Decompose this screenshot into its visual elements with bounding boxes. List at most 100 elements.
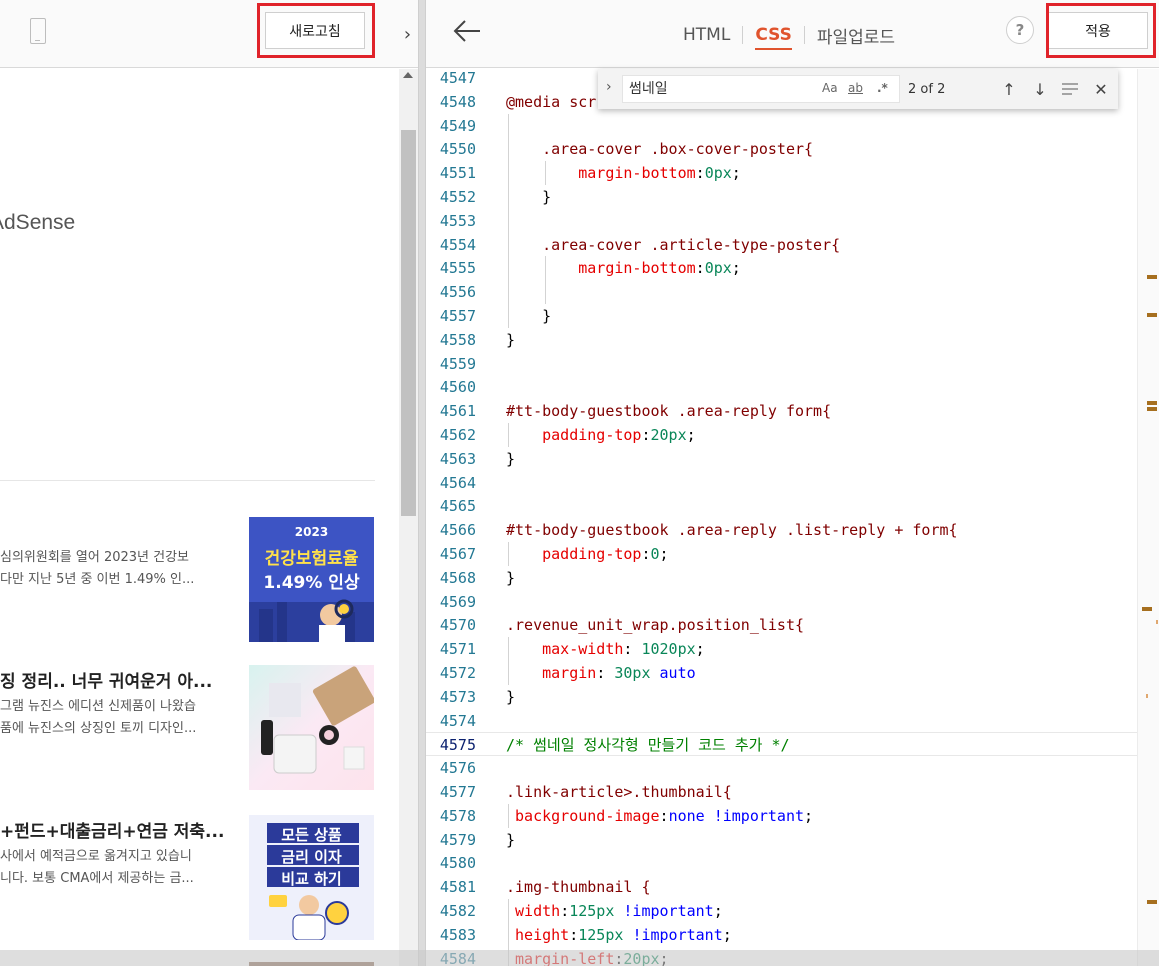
line-number: 4555 — [439, 259, 476, 278]
code-line[interactable]: 4571 max-width: 1020px; — [426, 637, 1138, 661]
code-line[interactable]: 4573} — [426, 685, 1138, 709]
code-line[interactable]: 4575 /* 썸네일 정사각형 만들기 코드 추가 */ — [426, 732, 1138, 757]
mobile-device-icon[interactable] — [30, 18, 46, 44]
post-thumbnail[interactable]: 2023 건강보험료율 1.49% 인상 — [249, 517, 374, 642]
code-line[interactable]: 4560 — [426, 375, 1138, 399]
code-line[interactable]: 4562 padding-top:20px; — [426, 423, 1138, 447]
post-excerpt-line: 사에서 예적금으로 옮겨지고 있습니 — [0, 849, 192, 864]
indent-guide — [508, 637, 509, 685]
product-photo — [249, 665, 374, 790]
next-match-arrow-down-icon[interactable]: ↓ — [1029, 78, 1051, 100]
line-number: 4552 — [439, 188, 476, 206]
code-line[interactable]: 4552 } — [426, 185, 1138, 209]
thumb-line: 비교 하기 — [281, 870, 342, 888]
bottom-shade — [0, 950, 1159, 966]
code-line[interactable]: 4583 height:125px !important; — [426, 923, 1138, 947]
code-text: #tt-body-guestbook .area-reply form{ — [506, 402, 832, 421]
pane-splitter[interactable] — [418, 0, 426, 966]
line-number: 4563 — [439, 449, 476, 468]
line-number: 4562 — [439, 426, 476, 444]
code-line[interactable]: 4557 } — [426, 304, 1138, 328]
code-line[interactable]: 4558} — [426, 328, 1138, 352]
search-match-marker — [1147, 407, 1157, 411]
editor-overview-ruler[interactable] — [1137, 69, 1159, 966]
code-text: padding-top:0; — [542, 545, 669, 563]
code-line[interactable]: 4580 — [426, 851, 1138, 875]
code-line[interactable]: 4563} — [426, 447, 1138, 471]
code-line[interactable]: 4554 .area-cover .article-type-poster{ — [426, 233, 1138, 257]
post-thumbnail[interactable] — [249, 665, 374, 790]
tab-css[interactable]: CSS — [755, 25, 792, 50]
code-line[interactable]: 4582 width:125px !important; — [426, 899, 1138, 923]
tab-separator — [742, 26, 744, 44]
use-regex-icon[interactable]: .* — [877, 81, 888, 95]
code-line[interactable]: 4574 — [426, 709, 1138, 733]
code-line[interactable]: 4555 margin-bottom:0px; — [426, 256, 1138, 280]
code-line[interactable]: 4576 — [426, 756, 1138, 780]
line-number: 4556 — [439, 283, 476, 302]
apply-button[interactable]: 적용 — [1048, 12, 1148, 49]
code-line[interactable]: 4569 — [426, 590, 1138, 614]
code-line[interactable]: 4565 — [426, 494, 1138, 518]
code-line[interactable]: 4551 margin-bottom:0px; — [426, 161, 1138, 185]
line-number: 4582 — [439, 902, 476, 920]
preview-toolbar: 새로고침 › — [0, 0, 418, 68]
preview-pane: 새로고침 › AdSense 심의위원회를 열어 2023년 건강보 다만 지난… — [0, 0, 418, 966]
code-line[interactable]: 4577 .link-article>.thumbnail{ — [426, 780, 1138, 804]
code-text: } — [506, 687, 516, 706]
thumb-subline: 1.49% 인상 — [263, 573, 360, 593]
find-in-selection-icon[interactable] — [1059, 78, 1081, 100]
code-line[interactable]: 4564 — [426, 471, 1138, 495]
collapse-preview-chevron-icon[interactable]: › — [397, 0, 418, 68]
code-line[interactable]: 4550 .area-cover .box-cover-poster{ — [426, 137, 1138, 161]
code-text: } — [506, 330, 516, 349]
code-text: @media scr — [506, 92, 597, 111]
code-line[interactable]: 4570 .revenue_unit_wrap.position_list{ — [426, 613, 1138, 637]
line-number: 4564 — [439, 473, 476, 492]
line-number: 4553 — [439, 211, 476, 230]
code-text: } — [506, 568, 516, 587]
preview-scrollbar-thumb[interactable] — [401, 130, 416, 516]
line-number: 4557 — [439, 307, 476, 325]
close-find-icon[interactable]: ✕ — [1090, 78, 1112, 100]
line-number: 4568 — [439, 568, 476, 587]
toggle-replace-chevron-icon[interactable]: › — [606, 79, 612, 95]
code-text: height:125px !important; — [515, 925, 732, 944]
post-thumbnail[interactable]: 모든 상품 금리 이자 비교 하기 — [249, 815, 374, 940]
code-line[interactable]: 4561 #tt-body-guestbook .area-reply form{ — [426, 399, 1138, 423]
line-number: 4560 — [439, 378, 476, 397]
code-line[interactable]: 4553 — [426, 209, 1138, 233]
code-line[interactable]: 4549 — [426, 114, 1138, 138]
code-line[interactable]: 4556 — [426, 280, 1138, 304]
code-line[interactable]: 4572 margin: 30px auto — [426, 661, 1138, 685]
tab-file-upload[interactable]: 파일업로드 — [817, 23, 895, 48]
line-number: 4580 — [439, 854, 476, 873]
code-line[interactable]: 4579} — [426, 828, 1138, 852]
code-line[interactable]: 4581 .img-thumbnail { — [426, 875, 1138, 899]
code-text: .img-thumbnail { — [506, 878, 651, 897]
code-line[interactable]: 4567 padding-top:0; — [426, 542, 1138, 566]
match-case-icon[interactable]: Aa — [822, 81, 838, 95]
help-icon[interactable]: ? — [1006, 16, 1034, 44]
back-arrow-icon[interactable] — [452, 14, 482, 48]
scroll-up-arrow-icon[interactable] — [403, 72, 413, 78]
previous-match-arrow-up-icon[interactable]: ↑ — [998, 78, 1020, 100]
search-match-marker — [1156, 620, 1158, 624]
code-line[interactable]: 4568} — [426, 566, 1138, 590]
tab-separator — [803, 26, 805, 44]
code-line[interactable]: 4578 background-image:none !important; — [426, 804, 1138, 828]
code-line[interactable]: 4566 #tt-body-guestbook .area-reply .list… — [426, 518, 1138, 542]
line-number: 4575 — [439, 736, 476, 755]
code-area[interactable]: 4547 4548 @media scr 4549 4550 .area-cover .… — [426, 69, 1159, 966]
code-text: width:125px !important; — [515, 902, 723, 920]
editor-tabs: HTML CSS 파일업로드 — [683, 20, 895, 50]
tab-html[interactable]: HTML — [683, 25, 730, 45]
line-number: 4573 — [439, 687, 476, 706]
screen: 새로고침 › AdSense 심의위원회를 열어 2023년 건강보 다만 지난… — [0, 0, 1159, 966]
code-line[interactable]: 4559 — [426, 352, 1138, 376]
match-whole-word-icon[interactable]: ab — [848, 81, 863, 95]
post-title[interactable]: 징 정리.. 너무 귀여운거 아... — [0, 667, 212, 692]
post-title[interactable]: +펀드+대출금리+연금 저축... — [0, 817, 224, 842]
refresh-button[interactable]: 새로고침 — [265, 12, 365, 49]
post-excerpt-line: 다만 지난 5년 중 이번 1.49% 인... — [0, 572, 195, 587]
